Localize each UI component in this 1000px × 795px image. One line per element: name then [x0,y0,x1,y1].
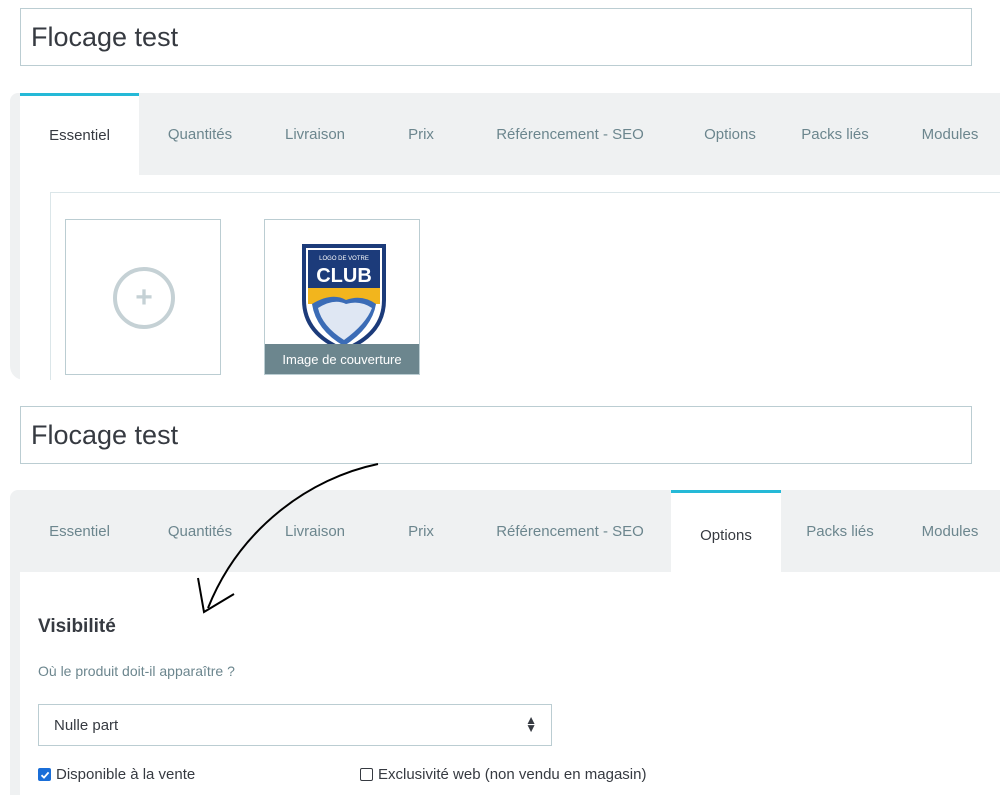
tab-label: Options [700,527,752,544]
tab-packs-lies[interactable]: Packs liés [785,490,895,572]
tab-quantites[interactable]: Quantités [140,93,260,175]
tab-options[interactable]: Options [680,93,780,175]
tab-modules[interactable]: Modules [900,490,1000,572]
annotation-arrow-icon [197,463,379,614]
logo-main-text: CLUB [316,265,372,287]
visibility-heading: Visibilité [38,616,116,637]
web-only-checkbox[interactable]: Exclusivité web (non vendu en magasin) [360,766,646,783]
options-panel-body [20,572,1000,795]
tab-label: Prix [408,522,434,540]
tab-label: Livraison [284,125,346,143]
tab-label: Modules [921,522,979,540]
tab-label: Modules [921,125,979,143]
select-caret-icon: ▲ ▼ [525,713,537,735]
visibility-select[interactable]: Nulle part ▲ ▼ [38,704,552,746]
tab-label: Prix [408,125,434,143]
tab-label: Packs liés [806,522,874,540]
web-only-label: Exclusivité web (non vendu en magasin) [378,766,647,783]
tab-label: Référencement - SEO [496,522,644,540]
tab-prix[interactable]: Prix [390,93,452,175]
tab-options[interactable]: Options [671,490,781,572]
available-for-sale-label: Disponible à la vente [56,766,196,783]
cover-image-label: Image de couverture [265,344,419,374]
checkbox-unchecked-icon [360,768,373,781]
tab-prix[interactable]: Prix [390,490,452,572]
visibility-select-value: Nulle part [54,716,119,734]
tab-label: Essentiel [49,522,110,540]
product-name-input[interactable]: Flocage test [20,8,972,66]
visibility-question: Où le produit doit-il apparaître ? [38,663,235,679]
tab-essentiel[interactable]: Essentiel [20,490,139,572]
tab-label: Options [704,125,756,143]
tab-packs-lies[interactable]: Packs liés [780,93,890,175]
product-name-value: Flocage test [31,419,179,450]
cover-image-thumbnail[interactable]: LOGO DE VOTRE CLUB Image de couverture [264,219,420,375]
add-image-button[interactable]: + [65,219,221,375]
product-name-value: Flocage test [31,21,179,52]
tab-essentiel[interactable]: Essentiel [20,93,139,175]
checkbox-checked-icon [38,768,51,781]
product-tabs-top: Essentiel Quantités Livraison Prix Référ… [10,93,1000,175]
tab-label: Quantités [167,125,233,143]
plus-circle-icon: + [113,267,175,329]
tab-label: Packs liés [801,125,869,143]
tab-label: Essentiel [49,127,110,144]
product-tabs-bottom: Essentiel Quantités Livraison Prix Référ… [10,490,1000,572]
options-panel [10,572,1000,795]
tab-livraison[interactable]: Livraison [260,93,370,175]
logo-top-text: LOGO DE VOTRE [319,256,369,262]
tab-referencement-seo[interactable]: Référencement - SEO [470,490,670,572]
tab-modules[interactable]: Modules [900,93,1000,175]
product-name-input[interactable]: Flocage test [20,406,972,464]
club-logo-image: LOGO DE VOTRE CLUB [302,244,386,352]
available-for-sale-checkbox[interactable]: Disponible à la vente [38,766,195,783]
tab-referencement-seo[interactable]: Référencement - SEO [470,93,670,175]
tab-label: Référencement - SEO [496,125,644,143]
